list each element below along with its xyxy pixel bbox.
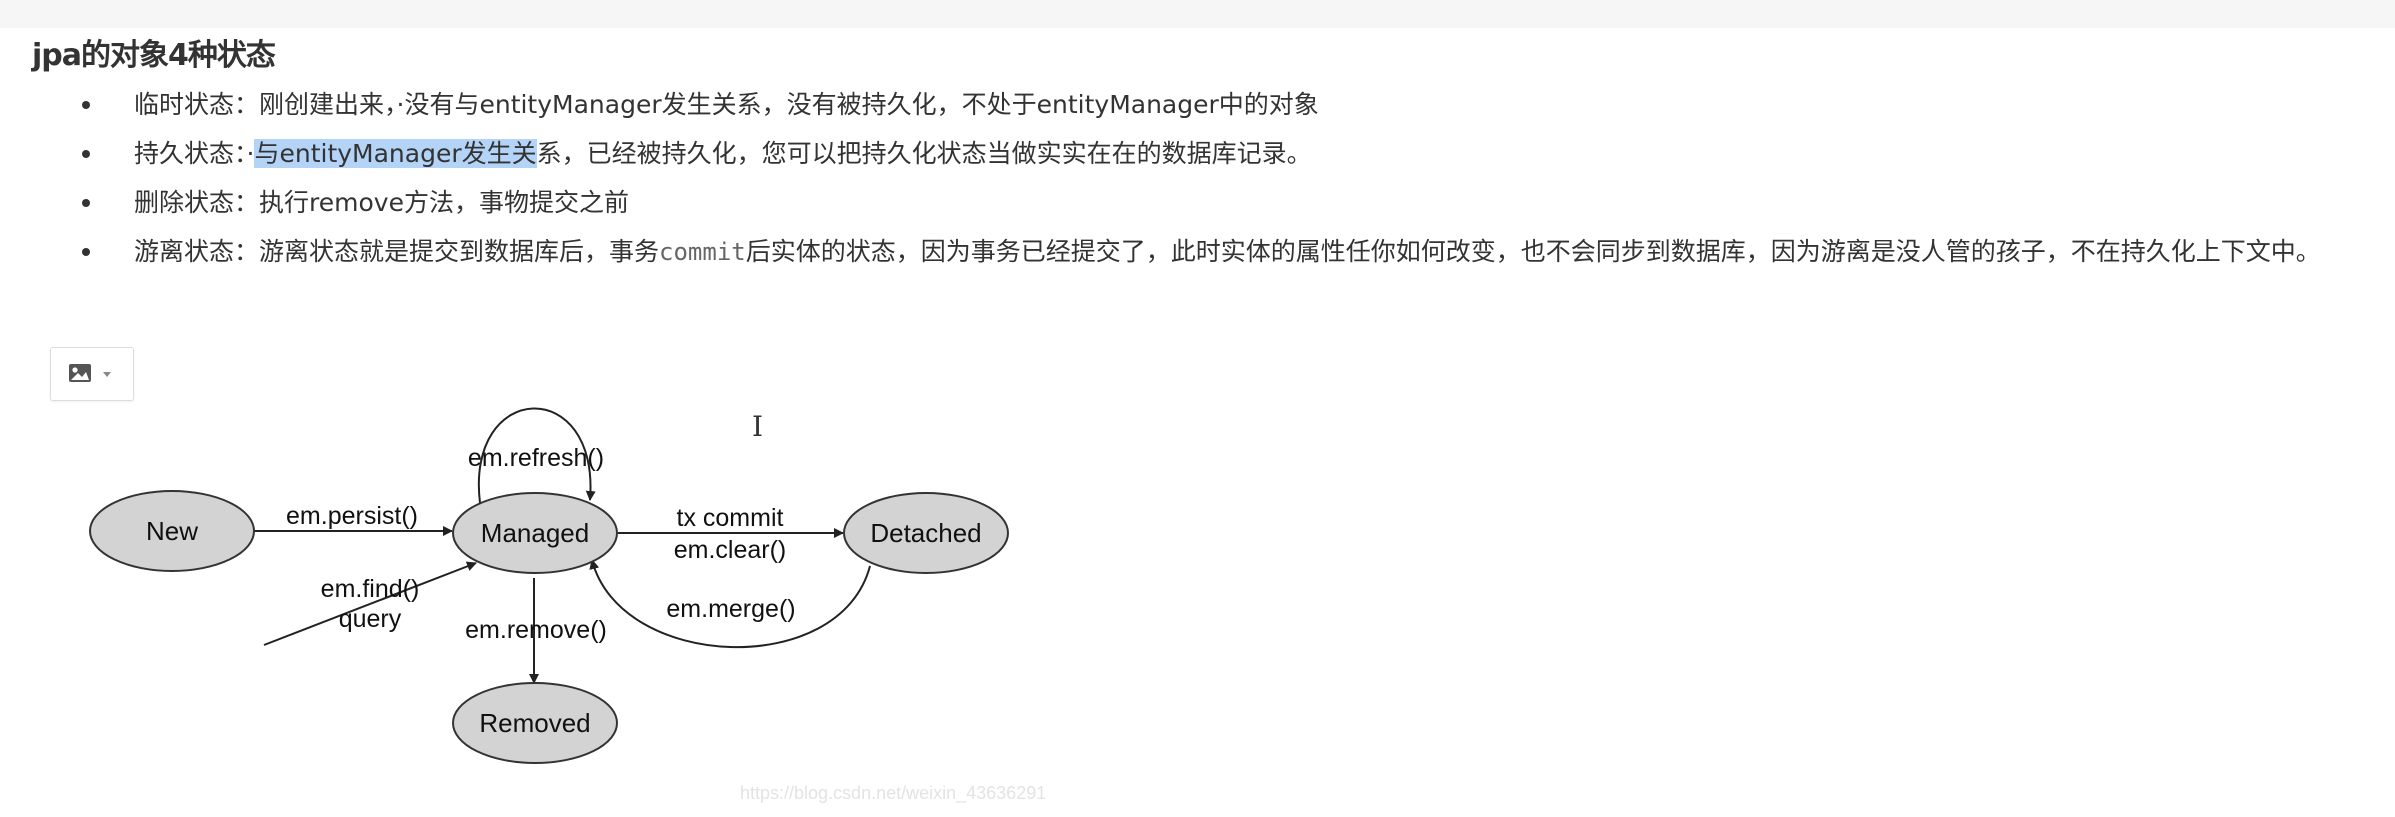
node-label-detached: Detached (870, 518, 981, 548)
caret-down-icon (103, 372, 111, 377)
inline-code: commit (659, 238, 746, 266)
state-node-new: New (89, 490, 255, 572)
edge-label-merge: em.merge() (666, 595, 795, 623)
state-label: 持久状态： (134, 139, 247, 168)
text-selection[interactable]: 与entityManager发生关 (254, 139, 537, 168)
page-title: jpa的对象4种状态 (32, 38, 276, 73)
state-description: 系，已经被持久化，您可以把持久化状态当做实实在在的数据库记录。 (536, 139, 1312, 168)
jpa-state-diagram: New Managed Detached Removed em.persist(… (89, 407, 1009, 764)
edge-label-commit: tx commit (677, 504, 784, 532)
node-label-new: New (146, 516, 198, 546)
edge-label-find: em.find() (321, 575, 420, 603)
edge-label-refresh: em.refresh() (468, 444, 604, 472)
text-cursor-icon: I (752, 410, 764, 443)
image-icon (69, 364, 91, 382)
edge-label-remove: em.remove() (465, 616, 607, 644)
state-label: 游离状态： (134, 237, 260, 266)
state-label: 删除状态： (134, 188, 260, 217)
state-description: 后实体的状态，因为事务已经提交了，此时实体的属性任你如何改变，也不会同步到数据库… (745, 237, 2321, 266)
edge-label-query: query (339, 605, 402, 633)
state-description: 执行remove方法，事物提交之前 (259, 188, 629, 217)
list-item-removed: 删除状态：执行remove方法，事物提交之前 (0, 178, 2360, 227)
list-item-detached: 游离状态：游离状态就是提交到数据库后，事务commit后实体的状态，因为事务已经… (0, 227, 2360, 277)
list-item-transient: 临时状态：刚创建出来，·没有与entityManager发生关系，没有被持久化，… (0, 80, 2360, 129)
state-node-removed: Removed (452, 682, 618, 764)
state-list: 临时状态：刚创建出来，·没有与entityManager发生关系，没有被持久化，… (0, 80, 2360, 277)
state-label: 临时状态： (134, 90, 260, 119)
edge-label-persist: em.persist() (286, 502, 418, 530)
watermark: https://blog.csdn.net/weixin_43636291 (740, 783, 1047, 803)
node-label-managed: Managed (481, 518, 589, 548)
top-strip (0, 0, 2395, 28)
node-label-removed: Removed (479, 708, 590, 738)
state-description: 刚创建出来，·没有与entityManager发生关系，没有被持久化，不处于en… (259, 90, 1319, 119)
state-node-managed: Managed (452, 492, 618, 574)
list-item-persistent: 持久状态：·与entityManager发生关系，已经被持久化，您可以把持久化状… (0, 129, 2360, 178)
edge-label-clear: em.clear() (674, 536, 787, 564)
state-description-prefix: 游离状态就是提交到数据库后，事务 (259, 237, 660, 266)
state-node-detached: Detached (843, 492, 1009, 574)
